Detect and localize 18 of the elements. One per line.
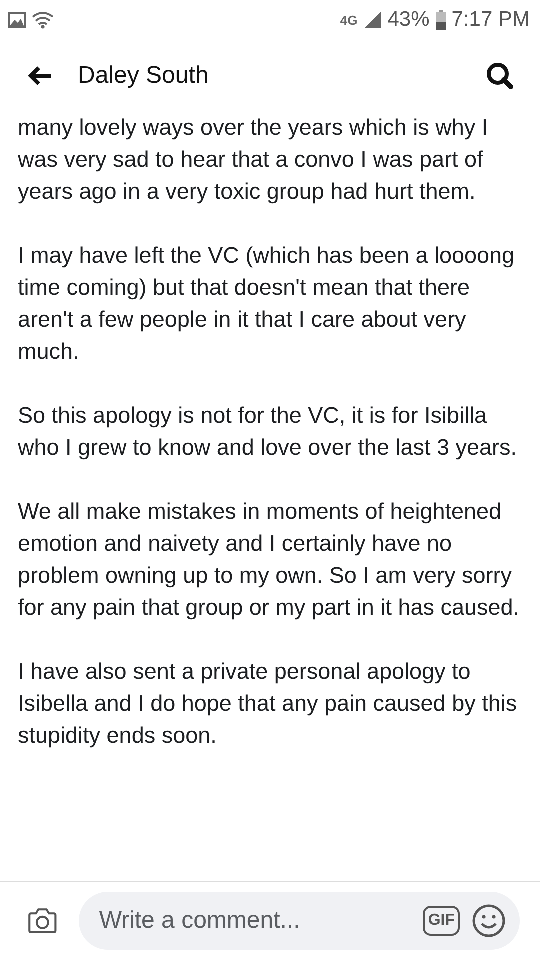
gif-button[interactable]: GIF: [423, 906, 460, 936]
post-paragraph: I may have left the VC (which has been a loooong time coming) but that doesn't mean that there aren't a few people in it that I care about very much.: [18, 242, 516, 366]
network-type: 4G: [340, 12, 358, 28]
post-paragraph: many lovely ways over the years which is why I was very sad to hear that a convo I was part of years ago in a very toxic group had hurt them.: [18, 114, 490, 206]
post-paragraph: We all make mistakes in moments of heightened emotion and naivety and I certainly have no problem owning up to my own. So I am very sorry for any pain that group or my part in it has caused.: [18, 498, 520, 622]
comment-field[interactable]: Write a comment... GIF: [79, 892, 520, 950]
smiley-icon[interactable]: [472, 904, 506, 938]
post-paragraph: I have also sent a private personal apology to Isibella and I do hope that any pain caused by this stupidity ends soon.: [18, 658, 518, 750]
back-arrow-icon[interactable]: [28, 66, 52, 86]
wifi-icon: [32, 11, 54, 29]
battery-percent: 43%: [388, 8, 430, 32]
clock: 7:17 PM: [452, 8, 530, 32]
post-paragraph: So this apology is not for the VC, it is for Isibilla who I grew to know and love over the last 3 years.: [18, 402, 518, 462]
image-icon: [8, 12, 26, 28]
battery-icon: [436, 10, 446, 30]
search-icon[interactable]: [486, 62, 514, 90]
signal-icon: [364, 11, 382, 29]
page-title: Daley South: [78, 62, 210, 90]
